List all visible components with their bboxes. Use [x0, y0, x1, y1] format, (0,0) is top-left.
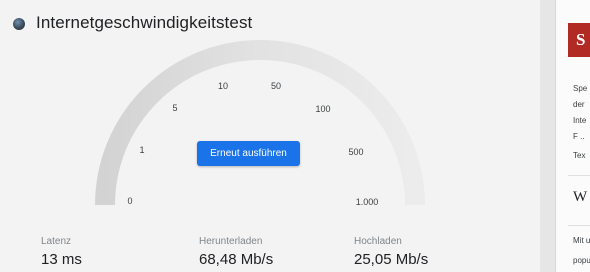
download-value: 68,48 Mb/s	[199, 251, 274, 268]
side-panel-text: Inte	[573, 116, 587, 125]
gauge-tick-label: 10	[217, 81, 229, 91]
rerun-test-button[interactable]: Erneut ausführen	[197, 141, 300, 166]
speed-gauge	[95, 40, 425, 206]
download-label: Herunterladen	[199, 236, 263, 247]
upload-label: Hochladen	[354, 236, 402, 247]
side-panel-divider	[568, 225, 590, 226]
side-panel-divider	[568, 175, 590, 176]
speedtest-card: Internetgeschwindigkeitstest 0 1 5 10 50…	[0, 0, 540, 272]
latency-label: Latenz	[41, 236, 72, 247]
gauge-tick-label: 1.000	[355, 197, 379, 207]
gauge-tick-label: 500	[348, 147, 364, 157]
wikipedia-logo-icon[interactable]: W	[573, 189, 587, 206]
side-panel: S Spe der Inte F .. Tex W Mit u popu	[555, 0, 590, 272]
side-panel-badge[interactable]: S	[568, 23, 590, 57]
upload-value: 25,05 Mb/s	[354, 251, 429, 268]
gauge-tick-label: 50	[270, 81, 282, 91]
side-panel-footer-text: popu	[573, 256, 590, 265]
upload-metric: Hochladen 25,05 Mb/s	[354, 236, 428, 268]
side-panel-text: Tex	[573, 151, 586, 160]
download-metric: Herunterladen 68,48 Mb/s	[199, 236, 273, 268]
latency-metric: Latenz 13 ms	[41, 236, 82, 268]
gauge-tick-label: 0	[127, 196, 133, 206]
latency-value: 13 ms	[41, 251, 82, 268]
side-panel-text: der	[573, 100, 585, 109]
gauge-tick-label: 1	[139, 145, 145, 155]
side-panel-text: F ..	[573, 132, 585, 141]
gauge-track	[95, 40, 425, 206]
gauge-tick-label: 5	[172, 103, 178, 113]
side-panel-text: Spe	[573, 84, 588, 93]
gauge-tick-label: 100	[315, 104, 331, 114]
side-panel-footer-text: Mit u	[573, 236, 590, 245]
